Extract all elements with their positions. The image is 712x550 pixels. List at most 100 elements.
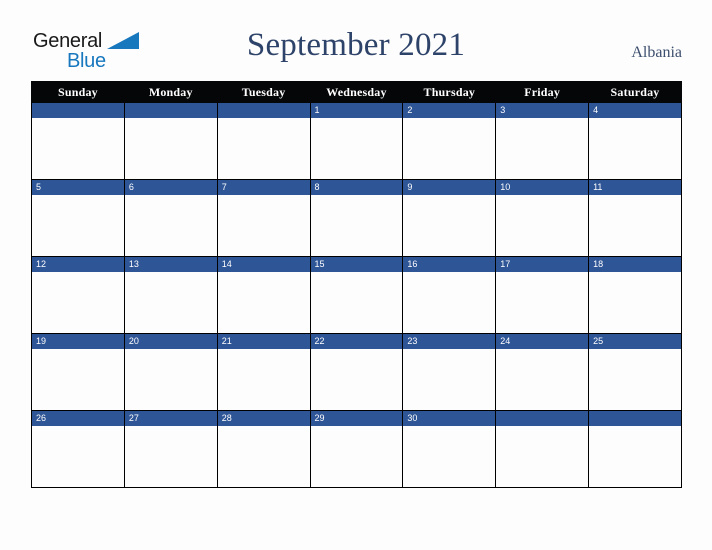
calendar-day-cell[interactable]: 14 bbox=[216, 256, 311, 334]
day-cell-inner: 28 bbox=[217, 411, 310, 487]
day-number: 2 bbox=[403, 103, 496, 118]
calendar-day-cell[interactable]: 13 bbox=[123, 256, 218, 334]
day-number: 26 bbox=[32, 411, 124, 426]
calendar-day-cell[interactable]: 25 bbox=[588, 333, 682, 411]
day-notes-area[interactable] bbox=[310, 426, 403, 487]
weekday-header-monday: Monday bbox=[123, 81, 218, 103]
day-notes-area[interactable] bbox=[217, 349, 310, 410]
day-notes-area[interactable] bbox=[496, 195, 589, 256]
day-notes-area[interactable] bbox=[217, 426, 310, 487]
day-notes-area[interactable] bbox=[403, 118, 496, 179]
calendar-day-cell[interactable]: 23 bbox=[402, 333, 497, 411]
day-notes-area[interactable] bbox=[403, 195, 496, 256]
month-calendar-grid: Sunday Monday Tuesday Wednesday Thursday… bbox=[31, 81, 682, 488]
day-number: 16 bbox=[403, 257, 496, 272]
day-number: 19 bbox=[32, 334, 124, 349]
day-cell-inner: 7 bbox=[217, 180, 310, 256]
calendar-day-cell[interactable]: 8 bbox=[309, 179, 404, 257]
day-number bbox=[496, 411, 589, 426]
calendar-day-cell[interactable] bbox=[123, 102, 218, 180]
weekday-header-tuesday: Tuesday bbox=[216, 81, 311, 103]
calendar-day-cell[interactable]: 30 bbox=[402, 410, 497, 488]
day-notes-area[interactable] bbox=[589, 272, 681, 333]
calendar-day-cell[interactable] bbox=[216, 102, 311, 180]
calendar-week-row: 19 20 21 22 23 24 25 bbox=[31, 333, 682, 411]
day-notes-area[interactable] bbox=[496, 349, 589, 410]
day-notes-area[interactable] bbox=[589, 349, 681, 410]
day-notes-area[interactable] bbox=[32, 195, 124, 256]
day-notes-area[interactable] bbox=[32, 272, 124, 333]
day-notes-area[interactable] bbox=[496, 426, 589, 487]
day-notes-area[interactable] bbox=[589, 195, 681, 256]
day-cell-inner: 21 bbox=[217, 334, 310, 410]
calendar-day-cell[interactable]: 9 bbox=[402, 179, 497, 257]
day-number bbox=[589, 411, 681, 426]
calendar-day-cell[interactable]: 10 bbox=[495, 179, 590, 257]
day-notes-area[interactable] bbox=[589, 118, 681, 179]
calendar-day-cell[interactable]: 7 bbox=[216, 179, 311, 257]
day-cell-inner: 15 bbox=[310, 257, 403, 333]
calendar-day-cell[interactable]: 29 bbox=[309, 410, 404, 488]
day-cell-inner: 17 bbox=[496, 257, 589, 333]
calendar-day-cell[interactable]: 1 bbox=[309, 102, 404, 180]
calendar-day-cell[interactable]: 17 bbox=[495, 256, 590, 334]
calendar-day-cell[interactable]: 22 bbox=[309, 333, 404, 411]
day-notes-area[interactable] bbox=[403, 349, 496, 410]
day-notes-area[interactable] bbox=[32, 349, 124, 410]
weekday-header-wednesday: Wednesday bbox=[309, 81, 404, 103]
day-notes-area[interactable] bbox=[496, 118, 589, 179]
calendar-day-cell[interactable]: 24 bbox=[495, 333, 590, 411]
calendar-day-cell[interactable]: 4 bbox=[588, 102, 682, 180]
day-notes-area[interactable] bbox=[217, 272, 310, 333]
day-notes-area[interactable] bbox=[124, 118, 217, 179]
day-notes-area[interactable] bbox=[124, 272, 217, 333]
calendar-day-cell[interactable]: 3 bbox=[495, 102, 590, 180]
calendar-header-row-group: Sunday Monday Tuesday Wednesday Thursday… bbox=[31, 81, 682, 103]
calendar-day-cell[interactable]: 11 bbox=[588, 179, 682, 257]
day-cell-inner: 25 bbox=[589, 334, 681, 410]
day-cell-inner: 16 bbox=[403, 257, 496, 333]
day-notes-area[interactable] bbox=[217, 195, 310, 256]
day-notes-area[interactable] bbox=[589, 426, 681, 487]
day-number: 8 bbox=[310, 180, 403, 195]
day-cell-inner: 9 bbox=[403, 180, 496, 256]
day-notes-area[interactable] bbox=[217, 118, 310, 179]
calendar-day-cell[interactable]: 26 bbox=[31, 410, 125, 488]
calendar-day-cell[interactable]: 27 bbox=[123, 410, 218, 488]
day-number: 3 bbox=[496, 103, 589, 118]
calendar-day-cell[interactable]: 15 bbox=[309, 256, 404, 334]
calendar-day-cell[interactable]: 21 bbox=[216, 333, 311, 411]
day-number: 22 bbox=[310, 334, 403, 349]
calendar-day-cell[interactable] bbox=[588, 410, 682, 488]
day-number: 10 bbox=[496, 180, 589, 195]
calendar-day-cell[interactable]: 16 bbox=[402, 256, 497, 334]
day-notes-area[interactable] bbox=[32, 426, 124, 487]
calendar-day-cell[interactable]: 12 bbox=[31, 256, 125, 334]
day-cell-inner bbox=[32, 103, 124, 179]
calendar-day-cell[interactable]: 18 bbox=[588, 256, 682, 334]
calendar-day-cell[interactable] bbox=[495, 410, 590, 488]
calendar-day-cell[interactable]: 19 bbox=[31, 333, 125, 411]
calendar-day-cell[interactable]: 28 bbox=[216, 410, 311, 488]
day-notes-area[interactable] bbox=[124, 349, 217, 410]
calendar-day-cell[interactable]: 2 bbox=[402, 102, 497, 180]
day-notes-area[interactable] bbox=[403, 426, 496, 487]
day-notes-area[interactable] bbox=[496, 272, 589, 333]
day-number: 7 bbox=[217, 180, 310, 195]
day-notes-area[interactable] bbox=[310, 118, 403, 179]
day-notes-area[interactable] bbox=[124, 426, 217, 487]
day-notes-area[interactable] bbox=[124, 195, 217, 256]
day-cell-inner: 1 bbox=[310, 103, 403, 179]
day-notes-area[interactable] bbox=[310, 349, 403, 410]
day-number: 25 bbox=[589, 334, 681, 349]
day-cell-inner bbox=[589, 411, 681, 487]
calendar-day-cell[interactable]: 20 bbox=[123, 333, 218, 411]
calendar-day-cell[interactable] bbox=[31, 102, 125, 180]
calendar-day-cell[interactable]: 6 bbox=[123, 179, 218, 257]
day-number: 27 bbox=[124, 411, 217, 426]
day-notes-area[interactable] bbox=[310, 272, 403, 333]
calendar-day-cell[interactable]: 5 bbox=[31, 179, 125, 257]
day-notes-area[interactable] bbox=[310, 195, 403, 256]
day-notes-area[interactable] bbox=[403, 272, 496, 333]
day-notes-area[interactable] bbox=[32, 118, 124, 179]
